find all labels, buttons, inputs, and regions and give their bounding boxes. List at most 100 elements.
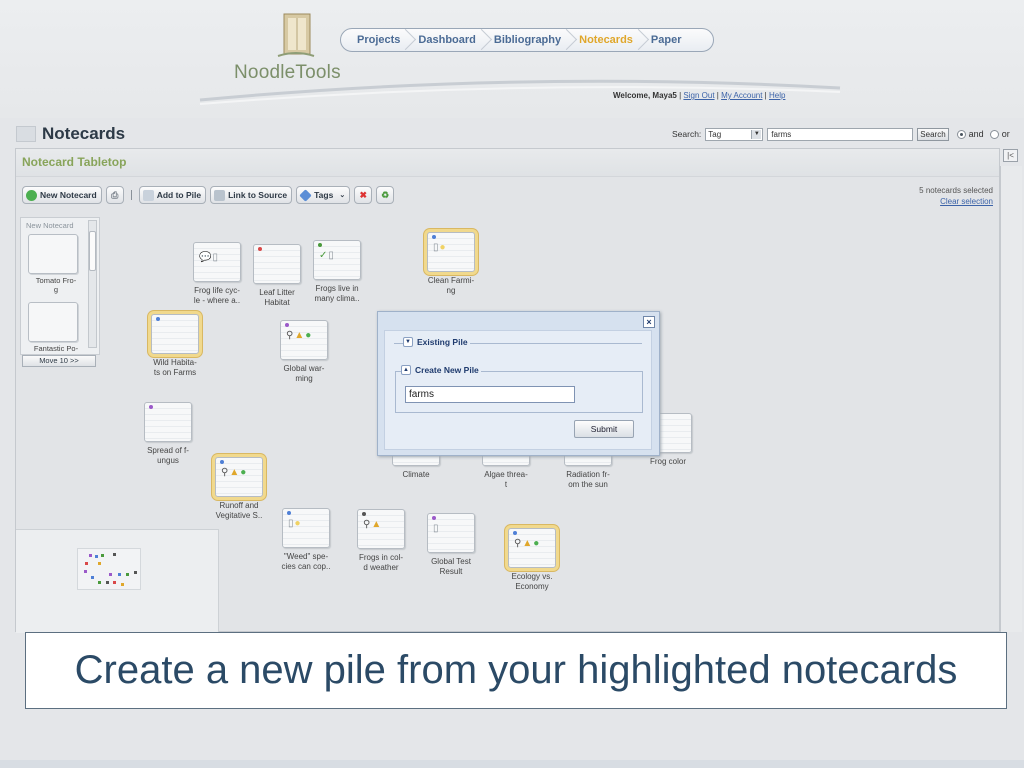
bulb-icon: ● [439, 242, 446, 253]
side-panel [1000, 166, 1022, 632]
selection-count: 5 notecards selected [919, 186, 993, 195]
noodletools-logo[interactable]: NoodleTools [228, 8, 358, 88]
notecard-body[interactable] [253, 244, 301, 284]
pile-card[interactable] [28, 234, 78, 274]
radio-or-label: or [1001, 129, 1010, 139]
notecard-body[interactable]: ▯ ● [427, 232, 475, 272]
notecard-icons: ⚲ ▲ [363, 520, 382, 530]
minimap-dot [121, 583, 124, 586]
minimap-dot [101, 554, 104, 557]
notecard-body[interactable]: ⚲ ▲ ● [508, 528, 556, 568]
nav-projects[interactable]: Projects [349, 29, 410, 51]
notecard-icons: ▯ ● [288, 519, 302, 529]
notecard-body[interactable]: ⚲ ▲ [357, 509, 405, 549]
submit-button[interactable]: Submit [574, 420, 634, 438]
notecard-body[interactable]: 💬 ▯ [193, 242, 241, 282]
nav-paper[interactable]: Paper [643, 29, 692, 51]
search-input[interactable]: farms [767, 127, 914, 141]
book-logo-icon [277, 13, 315, 57]
notecard-label: Algae threa- t [484, 470, 528, 489]
notecard-icons: ▯ ● [433, 243, 447, 253]
caption-text: Create a new pile from your highlighted … [74, 648, 958, 692]
search-button[interactable]: Search [917, 127, 949, 141]
footer-band [0, 760, 1024, 768]
ok-icon: ● [240, 467, 247, 478]
welcome-bar: Welcome, Maya5 | Sign Out | My Account |… [613, 91, 786, 100]
notecard[interactable]: ⚲ ▲ ● Ecology vs. Economy [492, 528, 572, 591]
radio-and[interactable] [956, 129, 966, 139]
existing-pile-label: Existing Pile [417, 337, 468, 347]
sign-out-link[interactable]: Sign Out [683, 91, 714, 100]
tag-color-dot [156, 317, 160, 321]
move-button[interactable]: Move 10 >> [22, 355, 96, 367]
minimap-dot [134, 571, 137, 574]
link-to-source-button[interactable]: Link to Source [210, 186, 293, 204]
pile-card[interactable] [28, 302, 78, 342]
tag-color-dot [362, 512, 366, 516]
selection-info: 5 notecards selected Clear selection [919, 185, 993, 207]
tag-color-dot [287, 511, 291, 515]
minimap-viewport[interactable] [77, 548, 141, 590]
add-to-pile-button[interactable]: Add to Pile [138, 186, 207, 204]
scroll-thumb[interactable] [89, 231, 96, 271]
pile-name-input[interactable]: farms [405, 386, 575, 403]
search-label: Search: [672, 129, 702, 139]
chevron-down-icon: ⌄ [339, 192, 346, 199]
notecard-label: Global war- ming [283, 364, 325, 383]
notecard-body[interactable] [151, 314, 199, 354]
header-swoosh [199, 79, 841, 105]
my-account-link[interactable]: My Account [721, 91, 762, 100]
pile-scrollbar[interactable] [88, 220, 97, 348]
existing-pile-toggle[interactable]: ▼ Existing Pile [403, 337, 470, 347]
create-pile-toggle[interactable]: ▲ Create New Pile [401, 365, 481, 375]
clear-selection-link[interactable]: Clear selection [940, 197, 993, 206]
notecard-label: Ecology vs. Economy [511, 572, 553, 591]
print-icon: ⎙ [111, 189, 119, 200]
notecards-icon [16, 126, 36, 142]
new-notecard-button[interactable]: New Notecard [22, 186, 102, 204]
notecard[interactable]: ⚲ ▲ ● Global war- ming [264, 320, 344, 383]
notecard[interactable]: ✓ ▯ Frogs live in many clima.. [297, 240, 377, 303]
notecard-body[interactable] [144, 402, 192, 442]
tags-button[interactable]: Tags ⌄ [296, 186, 351, 204]
print-button[interactable]: ⎙ [105, 186, 124, 204]
search-bar: Search: Tag ▼ farms Search and or [672, 126, 1016, 142]
notecard-label: Radiation fr- om the sun [566, 470, 610, 489]
minimap-dot [95, 555, 98, 558]
expand-icon: ▼ [403, 337, 413, 347]
notecard-body[interactable]: ▯ ● [282, 508, 330, 548]
notecard-body[interactable]: ▯ [427, 513, 475, 553]
tag-color-dot [285, 323, 289, 327]
notecard[interactable]: ▯ ● Clean Farmi- ng [411, 232, 491, 295]
radio-or[interactable] [989, 129, 999, 139]
notecard-body[interactable]: ⚲ ▲ ● [215, 457, 263, 497]
page-icon: ▯ [433, 523, 439, 534]
nav-dashboard[interactable]: Dashboard [410, 29, 485, 51]
notecard[interactable]: ▯ ● "Weed" spe- cies can cop.. [266, 508, 346, 571]
notecard[interactable]: Wild Habita- ts on Farms [135, 314, 215, 377]
minimap-dot [106, 581, 109, 584]
search-type-select[interactable]: Tag ▼ [705, 127, 764, 141]
notecard[interactable]: ⚲ ▲ Frogs in col- d weather [341, 509, 421, 572]
tag-color-dot [432, 235, 436, 239]
collapse-panel-button[interactable]: |< [1003, 149, 1018, 162]
tag-color-dot [258, 247, 262, 251]
delete-button[interactable]: ✖ [354, 186, 373, 204]
notecard-icons: ⚲ ▲ ● [514, 539, 540, 549]
help-link[interactable]: Help [769, 91, 785, 100]
minimap-dot [109, 573, 112, 576]
warning-icon: ▲ [522, 538, 533, 549]
trash-button[interactable]: ♻ [376, 186, 395, 204]
notecard[interactable]: ▯ Global Test Result [411, 513, 491, 576]
notecard-icons: ⚲ ▲ ● [221, 468, 247, 478]
minimap-dot [85, 562, 88, 565]
notecard-body[interactable]: ⚲ ▲ ● [280, 320, 328, 360]
notecard-label: Frog color [649, 457, 686, 466]
close-icon[interactable]: × [643, 316, 655, 328]
nav-notecards[interactable]: Notecards [571, 29, 643, 51]
welcome-text: Welcome, Maya5 [613, 91, 677, 100]
nav-bibliography[interactable]: Bibliography [486, 29, 571, 51]
notecard-body[interactable]: ✓ ▯ [313, 240, 361, 280]
notecard[interactable]: Spread of f- ungus [128, 402, 208, 465]
tabletop-minimap[interactable] [16, 529, 219, 633]
